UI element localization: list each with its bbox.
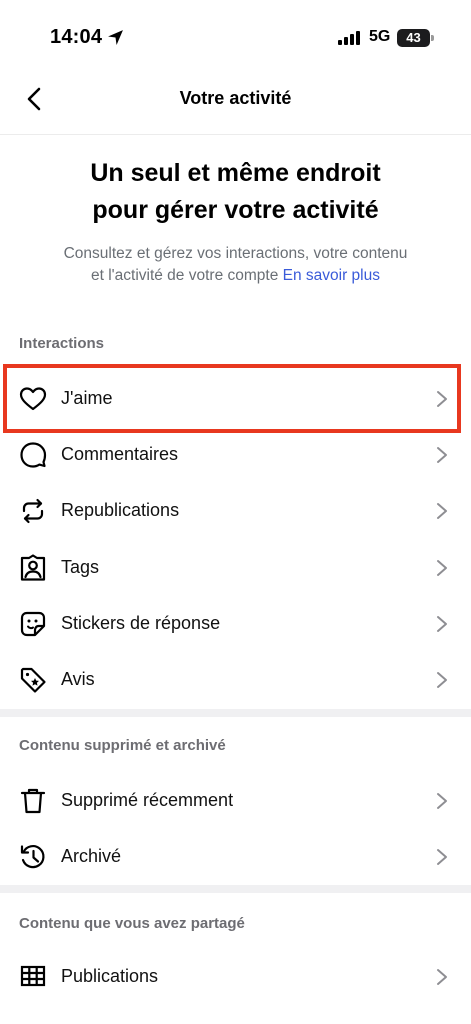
row-label: Archivé: [61, 846, 122, 866]
battery-cap: [431, 35, 434, 41]
row-recently-deleted[interactable]: Supprimé récemment: [0, 773, 471, 829]
hero-title: Un seul et même endroit pour gérer votre…: [30, 155, 441, 229]
cellular-signal-icon: [338, 31, 360, 45]
nav-divider: [0, 134, 471, 135]
row-label: Publications: [61, 966, 159, 986]
learn-more-link[interactable]: En savoir plus: [283, 267, 380, 284]
hero-title-line1: Un seul et même endroit: [90, 159, 381, 187]
location-arrow-icon: [108, 30, 123, 45]
chevron-right-icon: [437, 447, 447, 463]
section-label-interactions: Interactions: [19, 335, 105, 352]
sticker-icon: [20, 611, 46, 637]
row-posts[interactable]: Publications: [0, 949, 471, 1005]
row-label: Avis: [61, 669, 95, 689]
row-label: J'aime: [61, 388, 113, 408]
hero-description: Consultez et gérez vos interactions, vot…: [60, 243, 411, 286]
row-comments[interactable]: Commentaires: [0, 427, 471, 483]
row-likes[interactable]: J'aime: [0, 371, 471, 427]
chevron-right-icon: [437, 503, 447, 519]
row-response-stickers[interactable]: Stickers de réponse: [0, 596, 471, 652]
review-tag-icon: [20, 667, 46, 693]
battery-percent: 43: [406, 30, 421, 45]
row-label: Commentaires: [61, 444, 179, 464]
chevron-right-icon: [437, 849, 447, 865]
section-label-shared: Contenu que vous avez partagé: [19, 915, 245, 932]
trash-icon: [20, 788, 46, 814]
chevron-right-icon: [437, 616, 447, 632]
chevron-right-icon: [437, 969, 447, 985]
chevron-right-icon: [437, 560, 447, 576]
archive-icon: [20, 845, 45, 869]
navigation-bar: Votre activité: [0, 76, 471, 124]
row-reviews[interactable]: Avis: [0, 652, 471, 708]
comment-icon: [20, 442, 47, 468]
tag-person-icon: [20, 554, 46, 581]
row-label: Supprimé récemment: [61, 790, 234, 810]
row-label: Stickers de réponse: [61, 613, 221, 633]
status-time: 14:04: [50, 26, 103, 48]
heart-icon: [19, 387, 47, 411]
chevron-right-icon: [437, 672, 447, 688]
section-label-deleted: Contenu supprimé et archivé: [19, 737, 226, 754]
hero-title-line2: pour gérer votre activité: [92, 196, 379, 224]
section-separator: [0, 709, 471, 717]
row-tags[interactable]: Tags: [0, 540, 471, 596]
network-type: 5G: [369, 28, 391, 45]
chevron-right-icon: [437, 793, 447, 809]
section-separator: [0, 885, 471, 893]
page-title: Votre activité: [179, 88, 292, 108]
status-bar: 14:04 5G 43: [0, 0, 471, 76]
row-archived[interactable]: Archivé: [0, 829, 471, 885]
repost-icon: [22, 498, 44, 524]
row-label: Tags: [61, 557, 100, 577]
grid-icon: [20, 965, 46, 987]
battery-icon: 43: [397, 29, 430, 47]
chevron-right-icon: [437, 391, 447, 407]
row-reposts[interactable]: Republications: [0, 483, 471, 539]
row-label: Republications: [61, 500, 180, 520]
